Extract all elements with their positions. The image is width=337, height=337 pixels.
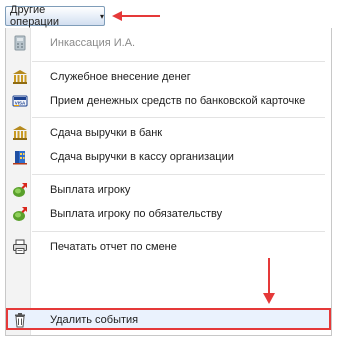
svg-text:VISA: VISA (15, 101, 26, 106)
menu-item-print-shift-report[interactable]: Печатать отчет по смене (7, 236, 330, 258)
menu-separator (32, 174, 325, 175)
menu-separator (32, 231, 325, 232)
chevron-down-icon: ▾ (99, 11, 104, 21)
trash-icon (15, 313, 25, 328)
menu-item-label: Удалить события (50, 314, 139, 326)
other-operations-menu: Инкассация И.А. Служебное внесение денег… (5, 28, 332, 336)
menu-separator (32, 61, 325, 62)
menu-item-label: Выплата игроку по обязательству (50, 208, 223, 220)
menu-item-encashment[interactable]: Инкассация И.А. (7, 32, 330, 54)
bank-icon (13, 70, 27, 84)
menu-item-label: Печатать отчет по смене (50, 241, 177, 253)
bank-icon (13, 126, 27, 140)
menu-item-delete-events[interactable]: Удалить события (6, 308, 331, 330)
menu-item-player-payout-obligation[interactable]: Выплата игроку по обязательству (7, 203, 330, 225)
visa-card-icon: VISA (12, 95, 28, 107)
menu-item-label: Выплата игроку (50, 184, 131, 196)
cash-register-icon (14, 35, 26, 51)
annotation-arrow-down (263, 258, 275, 304)
menu-item-label: Прием денежных средств по банковской кар… (50, 95, 306, 107)
money-payout-icon (13, 183, 27, 197)
menu-item-service-deposit[interactable]: Служебное внесение денег (7, 66, 330, 88)
other-operations-label: Другие операции (10, 4, 60, 28)
building-icon (13, 151, 27, 165)
menu-item-revenue-to-org-cashbox[interactable]: Сдача выручки в кассу организации (7, 146, 330, 168)
menu-item-label: Служебное внесение денег (50, 71, 191, 83)
menu-separator (32, 117, 325, 118)
menu-item-label: Сдача выручки в банк (50, 127, 163, 139)
printer-icon (13, 239, 27, 254)
annotation-arrow-left (112, 11, 160, 21)
menu-item-label: Инкассация И.А. (50, 37, 136, 49)
menu-item-label: Сдача выручки в кассу организации (50, 151, 234, 163)
menu-item-player-payout[interactable]: Выплата игроку (7, 179, 330, 201)
other-operations-button[interactable]: Другие операции ▾ (5, 4, 105, 28)
money-payout-icon (13, 207, 27, 221)
menu-item-card-payment[interactable]: VISA Прием денежных средств по банковско… (7, 90, 330, 112)
menu-item-revenue-to-bank[interactable]: Сдача выручки в банк (7, 122, 330, 144)
